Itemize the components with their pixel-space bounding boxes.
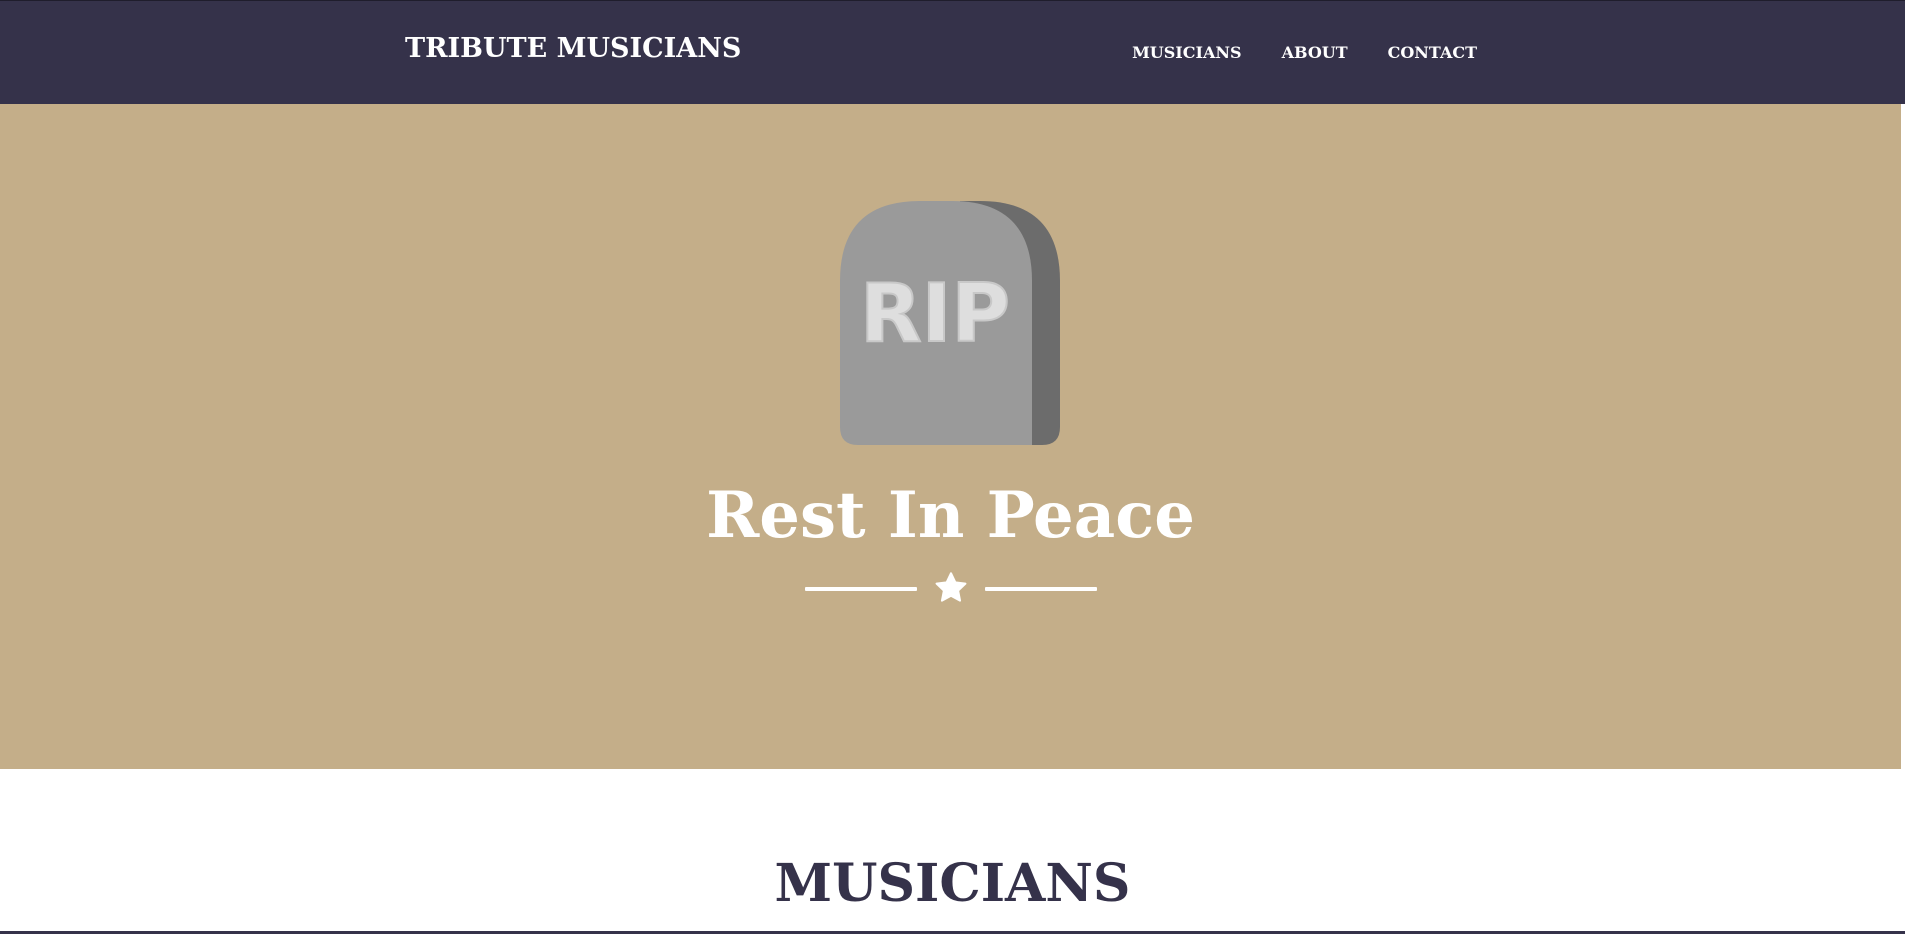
page: TRIBUTE MUSICIANS MUSICIANS ABOUT CONTAC…	[0, 0, 1905, 934]
divider-line-right	[985, 587, 1097, 591]
divider-line-left	[805, 587, 917, 591]
hero-divider	[805, 570, 1097, 606]
hero-title: Rest In Peace	[706, 478, 1195, 553]
tombstone-text: RIP	[860, 267, 1010, 360]
page-edge	[1901, 104, 1905, 934]
star-icon	[935, 572, 967, 602]
section-title-musicians: MUSICIANS	[774, 853, 1131, 914]
tombstone-image: RIP	[840, 201, 1060, 445]
hero-section: RIP Rest In Peace	[0, 104, 1901, 769]
nav-link-musicians[interactable]: MUSICIANS	[1132, 45, 1242, 61]
nav-link-contact[interactable]: CONTACT	[1388, 45, 1477, 61]
navbar: TRIBUTE MUSICIANS MUSICIANS ABOUT CONTAC…	[0, 0, 1905, 104]
nav-link-about[interactable]: ABOUT	[1282, 45, 1348, 61]
brand-logo[interactable]: TRIBUTE MUSICIANS	[405, 35, 741, 62]
nav-links: MUSICIANS ABOUT CONTACT	[1132, 45, 1477, 61]
